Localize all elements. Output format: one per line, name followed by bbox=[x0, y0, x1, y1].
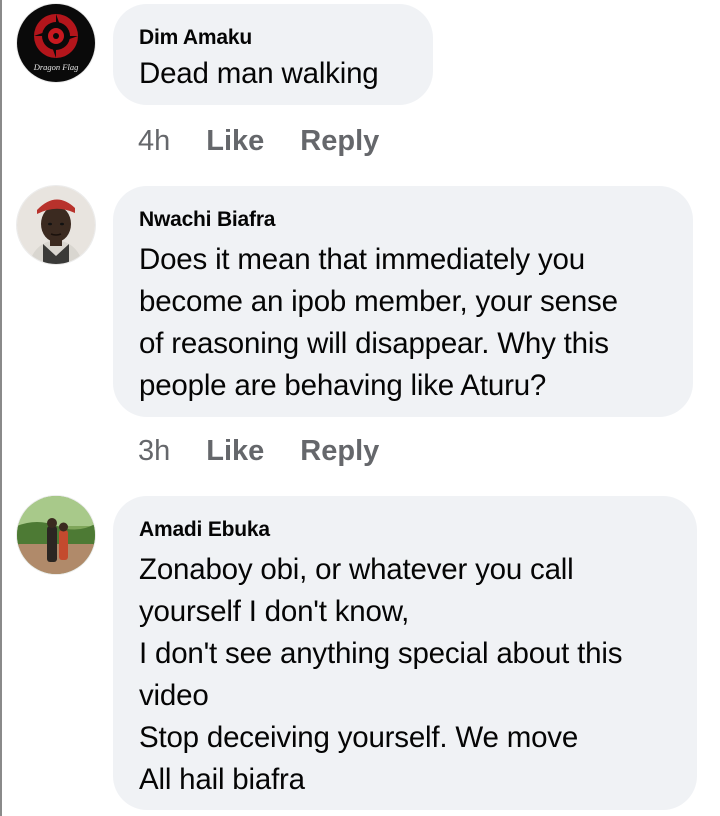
comment-bubble: Dim Amaku Dead man walking bbox=[113, 4, 433, 105]
comment-text: Zonaboy obi, or whatever you call yourse… bbox=[139, 553, 623, 796]
user-photo-avatar-image bbox=[17, 496, 95, 574]
comment-text: Dead man walking bbox=[139, 57, 379, 90]
avatar[interactable]: Dragon Flag bbox=[17, 4, 95, 82]
comment-timestamp[interactable]: 3h bbox=[138, 434, 170, 468]
user-photo-avatar-image bbox=[17, 186, 95, 264]
reply-button[interactable]: Reply bbox=[300, 124, 379, 158]
avatar[interactable] bbox=[17, 186, 95, 264]
comment-text: Does it mean that immediately you become… bbox=[139, 243, 618, 402]
like-button[interactable]: Like bbox=[206, 124, 264, 158]
like-button[interactable]: Like bbox=[206, 434, 264, 468]
comment-author[interactable]: Amadi Ebuka bbox=[139, 517, 671, 543]
comment-author[interactable]: Nwachi Biafra bbox=[139, 207, 667, 233]
avatar-logo-text: Dragon Flag bbox=[33, 62, 79, 72]
comment-bubble: Amadi Ebuka Zonaboy obi, or whatever you… bbox=[113, 496, 697, 810]
comment-author[interactable]: Dim Amaku bbox=[139, 25, 407, 51]
dragon-flag-avatar-image: Dragon Flag bbox=[17, 4, 95, 82]
reply-button[interactable]: Reply bbox=[300, 434, 379, 468]
comment-actions: 4h Like Reply bbox=[138, 124, 415, 158]
comment-actions: 3h Like Reply bbox=[138, 434, 415, 468]
comment-bubble: Nwachi Biafra Does it mean that immediat… bbox=[113, 186, 693, 417]
left-edge-divider bbox=[0, 0, 2, 816]
avatar[interactable] bbox=[17, 496, 95, 574]
comment-timestamp[interactable]: 4h bbox=[138, 124, 170, 158]
